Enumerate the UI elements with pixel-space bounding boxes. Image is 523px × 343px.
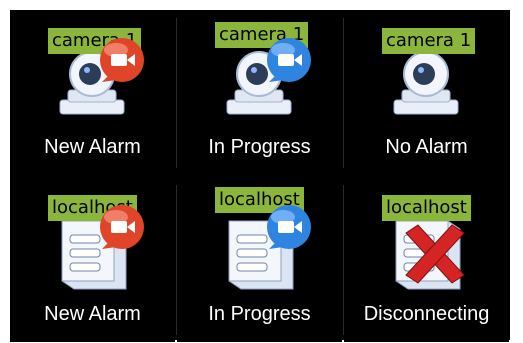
tile-camera-no-alarm[interactable]: camera 1 No Alarm [344, 10, 509, 175]
in-progress-badge-icon [267, 205, 311, 249]
status-label: In Progress [208, 303, 311, 325]
tile-server-new-alarm[interactable]: localhost New Alarm [10, 177, 175, 342]
status-label: In Progress [208, 136, 311, 158]
tile-server-in-progress[interactable]: localhost In Progress [177, 177, 342, 342]
status-label: New Alarm [44, 303, 141, 325]
status-label: New Alarm [44, 136, 141, 158]
status-label: Disconnecting [363, 303, 490, 325]
disconnected-x-icon [405, 224, 465, 284]
new-alarm-badge-icon [100, 38, 144, 82]
tile-camera-in-progress[interactable]: camera 1 In Progress [177, 10, 342, 175]
tile-camera-new-alarm[interactable]: camera 1 New Alarm [10, 10, 175, 175]
in-progress-badge-icon [267, 38, 311, 82]
status-label: No Alarm [385, 136, 468, 158]
new-alarm-badge-icon [100, 205, 144, 249]
device-tag: camera 1 [382, 28, 476, 54]
status-grid: camera 1 New Alarm camera 1 In Progress [10, 10, 510, 342]
tile-server-disconnected[interactable]: localhost Disconnecting [344, 177, 509, 342]
